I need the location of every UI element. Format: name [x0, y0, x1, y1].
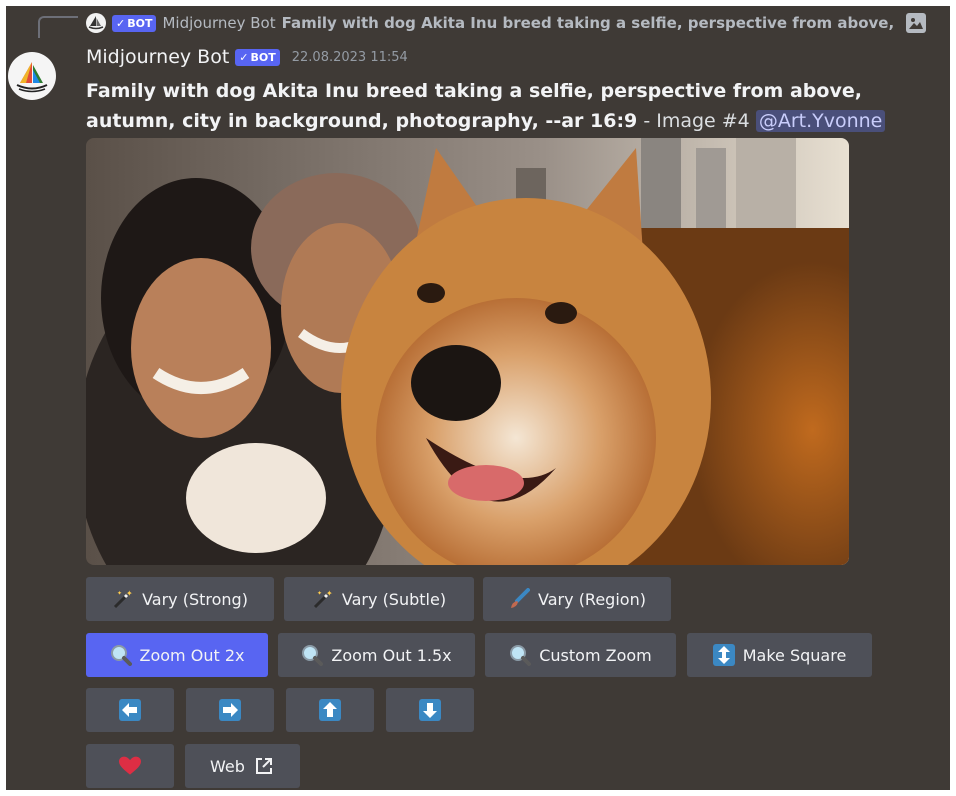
pan-down-button[interactable] — [386, 688, 474, 732]
custom-zoom-button[interactable]: Custom Zoom — [485, 633, 676, 677]
user-mention[interactable]: @Art.Yvonne — [755, 110, 886, 132]
author-name[interactable]: Midjourney Bot — [86, 46, 229, 68]
image-label: Image #4 — [656, 110, 750, 132]
magic-wand-icon: ✦ ✦ — [112, 588, 134, 610]
bot-tag: ✓ BOT — [235, 48, 280, 66]
external-link-icon — [253, 755, 275, 777]
zoom-out-1-5x-button[interactable]: Zoom Out 1.5x — [278, 633, 475, 677]
magnifier-icon — [110, 644, 132, 666]
paintbrush-icon — [508, 588, 531, 610]
pan-up-button[interactable] — [286, 688, 374, 732]
vary-region-button[interactable]: Vary (Region) — [483, 577, 671, 621]
reply-bot-tag: ✓ BOT — [112, 14, 157, 32]
reply-reference[interactable]: ✓ BOT Midjourney Bot Family with dog Akit… — [86, 11, 927, 35]
svg-text:✦: ✦ — [317, 590, 322, 597]
separator: - — [637, 110, 657, 132]
image-icon — [906, 13, 927, 33]
magic-wand-icon: ✦ ✦ — [312, 588, 334, 610]
svg-text:✦: ✦ — [117, 590, 122, 597]
make-square-label: Make Square — [742, 645, 847, 665]
magnifier-icon — [509, 644, 532, 666]
up-arrow-icon — [319, 699, 341, 721]
web-label: Web — [210, 756, 245, 776]
message-content: Family with dog Akita Inu breed taking a… — [86, 76, 942, 136]
left-arrow-icon — [119, 699, 141, 721]
vary-strong-button[interactable]: ✦ ✦ Vary (Strong) — [86, 577, 274, 621]
svg-text:✦: ✦ — [326, 589, 333, 598]
up-down-arrow-icon — [712, 644, 735, 666]
down-arrow-icon — [419, 699, 441, 721]
vary-region-label: Vary (Region) — [538, 589, 646, 609]
favorite-button[interactable] — [86, 744, 174, 788]
pan-left-button[interactable] — [86, 688, 174, 732]
zoom-out-1-5x-label: Zoom Out 1.5x — [331, 645, 452, 665]
vary-strong-label: Vary (Strong) — [142, 589, 248, 609]
pan-right-button[interactable] — [186, 688, 274, 732]
heart-icon — [119, 755, 141, 777]
reply-connector — [38, 16, 78, 38]
generated-image[interactable] — [86, 138, 849, 565]
vary-subtle-button[interactable]: ✦ ✦ Vary (Subtle) — [284, 577, 474, 621]
custom-zoom-label: Custom Zoom — [539, 645, 652, 665]
timestamp: 22.08.2023 11:54 — [291, 49, 408, 65]
zoom-out-2x-label: Zoom Out 2x — [139, 645, 245, 665]
reply-preview[interactable]: Family with dog Akita Inu breed taking a… — [282, 14, 895, 32]
zoom-out-2x-button[interactable]: Zoom Out 2x — [86, 633, 268, 677]
svg-text:✦: ✦ — [126, 589, 133, 598]
message-header: Midjourney Bot ✓ BOT 22.08.2023 11:54 — [86, 46, 408, 68]
reply-avatar[interactable] — [86, 13, 106, 33]
web-link-button[interactable]: Web — [185, 744, 300, 788]
reply-author[interactable]: Midjourney Bot — [162, 14, 275, 32]
magnifier-icon — [301, 644, 324, 666]
vary-subtle-label: Vary (Subtle) — [341, 589, 447, 609]
bot-avatar[interactable] — [8, 52, 56, 100]
make-square-button[interactable]: Make Square — [687, 633, 872, 677]
right-arrow-icon — [219, 699, 241, 721]
